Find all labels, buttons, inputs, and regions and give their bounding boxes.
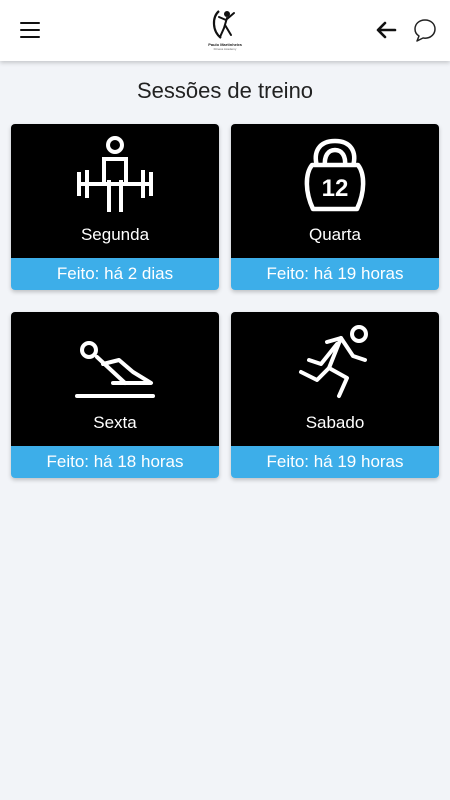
session-card-image: Sexta (11, 312, 219, 446)
session-day-label: Sabado (305, 413, 365, 432)
hamburger-menu-icon-line (20, 36, 40, 38)
logo-tagline: Fitness Academy (213, 47, 237, 51)
session-status: Feito: há 18 horas (11, 446, 219, 478)
chat-bubble-icon (414, 19, 436, 42)
session-status: Feito: há 19 horas (231, 258, 439, 290)
session-day-label: Quarta (309, 225, 361, 244)
menu-button[interactable] (20, 21, 42, 39)
session-status: Feito: há 2 dias (11, 258, 219, 290)
arrow-left-icon (376, 21, 397, 39)
hamburger-menu-icon (20, 22, 40, 24)
kettlebell-weight-text: 12 (322, 175, 349, 202)
back-button[interactable] (374, 18, 398, 42)
session-card-segunda[interactable]: Segunda Feito: há 2 dias (11, 124, 219, 290)
situp-exercise-icon (75, 341, 155, 398)
chat-button[interactable] (412, 17, 438, 43)
kettlebell-12-icon: 12 (304, 138, 366, 212)
session-card-sabado[interactable]: Sabado Feito: há 19 horas (231, 312, 439, 478)
session-card-quarta[interactable]: 12 Quarta Feito: há 19 horas (231, 124, 439, 290)
session-day-label: Sexta (93, 413, 137, 432)
session-card-image: Segunda (11, 124, 219, 258)
top-app-bar: Paulo Martinheira Fitness Academy (0, 0, 450, 61)
session-card-image: Sabado (231, 312, 439, 446)
session-card-sexta[interactable]: Sexta Feito: há 18 horas (11, 312, 219, 478)
session-card-image: 12 Quarta (231, 124, 439, 258)
hamburger-menu-icon-line (20, 29, 40, 31)
running-person-icon (299, 325, 368, 398)
page-title: Sessões de treino (136, 78, 314, 103)
session-status: Feito: há 19 horas (231, 446, 439, 478)
session-day-label: Segunda (80, 225, 150, 244)
weightlifter-icon (77, 136, 153, 212)
app-logo: Paulo Martinheira Fitness Academy (203, 8, 247, 56)
logo-figure-icon (212, 10, 235, 39)
